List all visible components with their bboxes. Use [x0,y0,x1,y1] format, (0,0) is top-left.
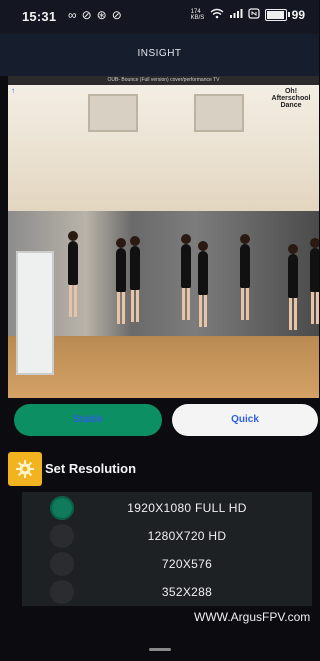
resolution-option-1080[interactable]: 1920X1080 FULL HD [22,494,312,522]
resolution-option-576[interactable]: 720X576 [22,550,312,578]
video-feed[interactable]: OUB- Bounce (Full version) cover/perform… [8,76,319,398]
status-bar: 15:31 ∞ ⊘ ⊛ ⊘ 174 KB/S 99 [0,0,319,34]
signal-icon [229,8,243,22]
resolution-options: 1920X1080 FULL HD 1280X720 HD 720X576 35… [22,492,312,606]
radio-unselected-icon[interactable] [50,524,74,548]
resolution-label: 352X288 [161,585,213,599]
resolution-option-288[interactable]: 352X288 [22,578,312,606]
dancer-figure [288,244,298,330]
page-title: INSIGHT [137,48,182,59]
settings-circle-icon: ⊛ [96,8,107,22]
battery-icon [264,9,290,21]
resolution-title: Set Resolution [45,461,137,476]
circle-check-icon: ⊘ [81,8,92,22]
dancer-figure [116,238,126,324]
video-marker-icon: ↑ [11,86,15,95]
video-door [16,251,54,375]
stable-button[interactable]: Stable [14,404,162,436]
dancer-figure [130,236,140,322]
resolution-option-720[interactable]: 1280X720 HD [22,522,312,550]
status-right-icons: 174 KB/S 99 [191,8,305,22]
wifi-icon [210,8,224,22]
nfc-icon [247,8,260,22]
video-url-bar: OUB- Bounce (Full version) cover/perform… [8,76,319,85]
gear-icon [8,452,42,486]
dancer-figure [68,231,78,317]
resolution-label: 720X576 [161,557,213,571]
dancer-figure [310,238,319,324]
radio-selected-icon[interactable] [50,496,74,520]
ceiling-vent [88,94,138,132]
radio-unselected-icon[interactable] [50,580,74,604]
circle-check-icon: ⊘ [111,8,122,22]
resolution-label: 1280X720 HD [147,529,227,543]
dancer-figure [240,234,250,320]
quick-button[interactable]: Quick [172,404,318,436]
brand-url: WWW.ArgusFPV.com [194,610,311,624]
home-indicator[interactable] [149,648,171,651]
battery-level: 99 [291,8,305,22]
status-left-icons: ∞ ⊘ ⊛ ⊘ [68,8,122,22]
resolution-label: 1920X1080 FULL HD [127,501,247,515]
status-time: 15:31 [22,9,57,24]
video-wall [8,211,319,351]
dancer-figure [181,234,191,320]
dancer-figure [198,241,208,327]
video-floor [8,336,319,398]
title-bar: INSIGHT [0,34,319,76]
infinity-icon: ∞ [68,8,77,22]
ceiling-vent [194,94,244,132]
radio-unselected-icon[interactable] [50,552,74,576]
network-speed: 174 KB/S [190,9,205,21]
video-logo: Oh! Afterschool Dance [271,88,311,109]
